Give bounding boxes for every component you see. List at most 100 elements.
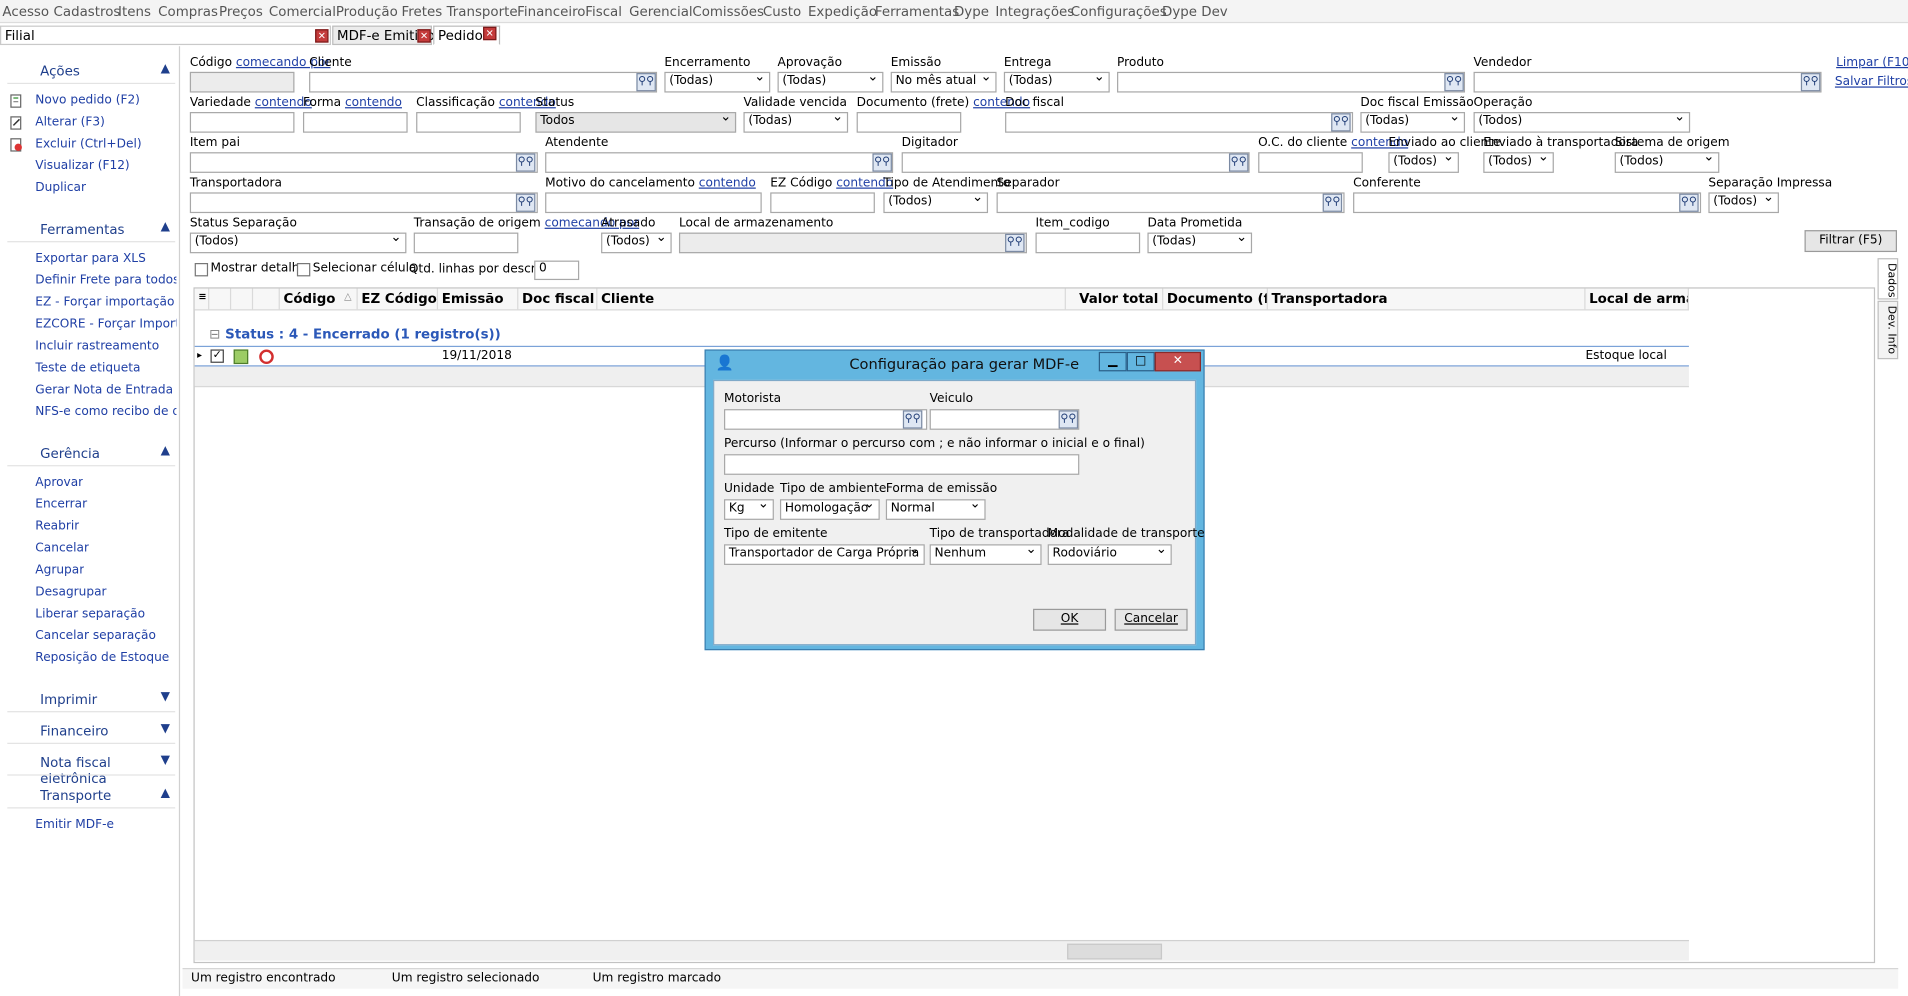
codigo-input[interactable] (189, 71, 295, 93)
qtd-linhas-stepper[interactable]: 0 (534, 260, 580, 281)
menu-expedicao[interactable]: Expedição (808, 4, 877, 20)
emissao-select[interactable]: No mês atual (890, 68, 997, 93)
salvar-filtros-link[interactable]: Salvar Filtros (1835, 75, 1908, 88)
atendente-input[interactable] (545, 152, 894, 173)
col-cliente[interactable]: Cliente (597, 288, 1066, 311)
forma-input[interactable] (302, 112, 408, 133)
menu-dype-dev[interactable]: Dype Dev (1162, 4, 1228, 20)
produto-input[interactable] (1117, 71, 1466, 93)
close-tab-mdfe-icon[interactable]: ✕ (417, 29, 431, 43)
col-emissao[interactable]: Emissão (438, 288, 519, 311)
section-financeiro-header[interactable]: Financeiro ▼ (0, 721, 178, 743)
sidebar-item-exportar-xls[interactable]: Exportar para XLS (35, 252, 146, 265)
menu-transporte[interactable]: Transporte (447, 4, 518, 20)
binoculars-icon[interactable]: ⚲⚲ (515, 153, 536, 172)
ez-codigo-input[interactable] (770, 192, 875, 214)
sistema-origem-select[interactable]: (Todos) (1614, 149, 1720, 173)
sidebar-item-agrupar[interactable]: Agrupar (35, 564, 84, 577)
binoculars-icon[interactable]: ⚲⚲ (1322, 193, 1343, 212)
variedade-input[interactable] (189, 112, 295, 133)
menu-compras[interactable]: Compras (158, 4, 218, 20)
menu-integracoes[interactable]: Integrações (995, 4, 1074, 20)
dialog-titlebar[interactable]: 👤 Configuração para gerar MDF-e ▁ □ ✕ (706, 351, 1204, 378)
menu-custo[interactable]: Custo (763, 4, 801, 20)
binoculars-icon[interactable]: ⚲⚲ (872, 153, 892, 172)
col-codigo[interactable]: Código △ (280, 288, 358, 311)
forma-emissao-select[interactable]: Normal (885, 496, 986, 520)
menu-itens[interactable]: Itens (118, 4, 151, 20)
documento-frete-input[interactable] (856, 112, 962, 133)
column-chooser-icon[interactable]: ≡ (195, 288, 210, 311)
group-row[interactable]: ⊟ Status : 4 - Encerrado (1 registro(s)) (209, 326, 500, 342)
separador-input[interactable] (996, 192, 1345, 214)
col-doc-fiscal[interactable]: Doc fiscal (518, 288, 598, 311)
separacao-impressa-select[interactable]: (Todos) (1708, 189, 1779, 214)
binoculars-icon[interactable]: ⚲⚲ (1331, 113, 1351, 132)
veiculo-input[interactable] (929, 409, 1080, 430)
menu-cadastros[interactable]: Cadastros (54, 4, 121, 20)
sidebar-item-novo-pedido[interactable]: Novo pedido (F2) (35, 94, 140, 107)
enviado-cliente-select[interactable]: (Todos) (1388, 149, 1459, 173)
binoculars-icon[interactable]: ⚲⚲ (1444, 73, 1464, 92)
sidebar-item-encerrar[interactable]: Encerrar (35, 498, 87, 511)
doc-fiscal-input[interactable] (1005, 112, 1354, 133)
menu-fretes[interactable]: Fretes (402, 4, 443, 20)
tipo-atendimento-select[interactable]: (Todos) (883, 189, 989, 214)
col-valor-total[interactable]: Valor total (1066, 288, 1164, 311)
doc-fiscal-emissao-select[interactable]: (Todas) (1360, 108, 1466, 133)
menu-ferramentas[interactable]: Ferramentas (875, 4, 959, 20)
mostrar-detalhe-checkbox[interactable] (194, 263, 209, 277)
binoculars-icon[interactable]: ⚲⚲ (1058, 410, 1079, 429)
scrollbar-thumb[interactable] (1067, 943, 1163, 960)
menu-configuracoes[interactable]: Configurações (1071, 4, 1167, 20)
percurso-input[interactable] (723, 454, 1080, 475)
col-ez-codigo[interactable]: EZ Código (358, 288, 439, 311)
section-acoes-header[interactable]: Ações ▲ (0, 61, 178, 83)
sidebar-item-reabrir[interactable]: Reabrir (35, 520, 79, 533)
entrega-select[interactable]: (Todas) (1003, 68, 1110, 93)
transportadora-input[interactable] (189, 192, 538, 214)
forma-mode-link[interactable]: contendo (345, 96, 402, 109)
section-ferramentas-header[interactable]: Ferramentas ▲ (0, 219, 178, 241)
menu-dype[interactable]: Dype (954, 4, 989, 20)
section-gerencia-header[interactable]: Gerência ▲ (0, 443, 178, 465)
motivo-mode-link[interactable]: contendo (699, 177, 756, 190)
local-armazenamento-input[interactable] (678, 232, 1027, 254)
section-transporte-header[interactable]: Transporte ▲ (0, 785, 178, 807)
sidebar-item-ezcore-forcar[interactable]: EZCORE - Forçar Importaç... (35, 318, 176, 331)
menu-fiscal[interactable]: Fiscal (585, 4, 622, 20)
sidebar-item-nfse-recibo[interactable]: NFS-e como recibo de de... (35, 405, 176, 418)
sidebar-item-definir-frete[interactable]: Definir Frete para todos (35, 274, 176, 287)
sidebar-item-liberar-separacao[interactable]: Liberar separação (35, 608, 145, 621)
minimize-icon[interactable]: ▁ (1098, 351, 1127, 372)
collapse-icon[interactable]: ⊟ (209, 326, 220, 342)
binoculars-icon[interactable]: ⚲⚲ (1228, 153, 1249, 172)
menu-comercial[interactable]: Comercial (269, 4, 336, 20)
unidade-select[interactable]: Kg (723, 496, 774, 520)
encerramento-select[interactable]: (Todas) (664, 68, 771, 93)
digitador-input[interactable] (901, 152, 1250, 173)
col-local-armazenamento[interactable]: Local de armaz (1585, 288, 1689, 311)
cliente-input[interactable] (309, 71, 658, 93)
sidebar-item-teste-etiqueta[interactable]: Teste de etiqueta (35, 362, 140, 375)
sidebar-item-emitir-mdfe[interactable]: Emitir MDF-e (35, 818, 114, 831)
modalidade-select[interactable]: Rodoviário (1047, 541, 1172, 565)
sidebar-item-visualizar[interactable]: Visualizar (F12) (35, 160, 129, 173)
row-checkbox[interactable]: ✓ (210, 349, 224, 363)
data-prometida-select[interactable]: (Todas) (1147, 229, 1253, 254)
sidebar-item-duplicar[interactable]: Duplicar (35, 181, 86, 194)
binoculars-icon[interactable]: ⚲⚲ (1005, 233, 1025, 253)
operacao-select[interactable]: (Todos) (1473, 108, 1691, 133)
status-separacao-select[interactable]: (Todos) (189, 229, 407, 254)
aprovacao-select[interactable]: (Todas) (777, 68, 884, 93)
conferente-input[interactable] (1353, 192, 1702, 214)
menu-precos[interactable]: Preços (219, 4, 263, 20)
motorista-input[interactable] (723, 409, 928, 430)
tab-dev-info[interactable]: Dev. Info (1877, 300, 1899, 360)
menu-acesso[interactable]: Acesso (2, 4, 49, 20)
menu-producao[interactable]: Produção (336, 4, 398, 20)
tipo-transportadora-select[interactable]: Nenhum (929, 541, 1042, 565)
sidebar-item-cancelar[interactable]: Cancelar (35, 542, 89, 555)
validade-vencida-select[interactable]: (Todas) (743, 108, 849, 133)
transacao-origem-input[interactable] (413, 232, 519, 254)
